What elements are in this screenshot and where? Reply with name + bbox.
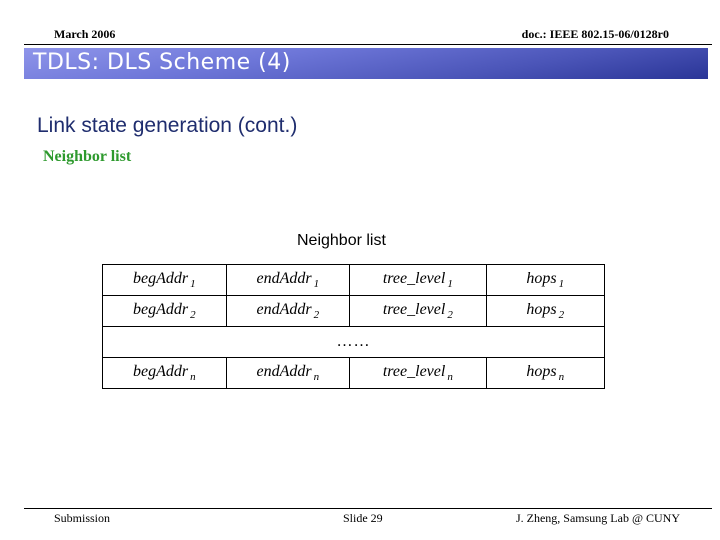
footer-slide-number: Slide 29 [343, 511, 383, 525]
header-divider [24, 44, 712, 45]
table-cell-hops: hops n [485, 357, 606, 389]
cell-text: begAddr [132, 363, 189, 380]
table-row: begAddr 2 endAddr 2 tree_level 2 hops 2 [102, 295, 606, 327]
cell-subscript: n [190, 371, 196, 383]
cell-subscript: 1 [558, 278, 565, 290]
cell-text: tree_level [382, 301, 446, 318]
slide-subtitle: Link state generation (cont.) [37, 114, 298, 137]
table-row: begAddr 1 endAddr 1 tree_level 1 hops 1 [102, 264, 606, 296]
header-doc-id: doc.: IEEE 802.15-06/0128r0 [521, 27, 669, 41]
cell-text: endAddr [256, 301, 312, 318]
cell-subscript: 2 [190, 309, 196, 321]
table-cell-beg-addr: begAddr 2 [102, 295, 227, 327]
table-cell-tree-level: tree_level 1 [349, 264, 487, 296]
cell-subscript: n [558, 371, 565, 383]
table-cell-tree-level: tree_level 2 [349, 295, 487, 327]
table-cell-end-addr: endAddr 1 [225, 264, 351, 296]
table-caption: Neighbor list [297, 232, 386, 249]
header-date: March 2006 [54, 27, 116, 41]
footer-divider [24, 508, 712, 509]
cell-subscript: 1 [447, 278, 453, 290]
table-cell-beg-addr: begAddr n [102, 357, 227, 389]
table-cell-hops: hops 1 [485, 264, 606, 296]
cell-subscript: 1 [190, 278, 196, 290]
table-cell-tree-level: tree_level n [349, 357, 487, 389]
table-cell-beg-addr: begAddr 1 [102, 264, 227, 296]
table-row-ellipsis: …… [102, 326, 605, 358]
cell-text: hops [526, 363, 557, 380]
table-row: begAddr n endAddr n tree_level n hops n [102, 357, 606, 389]
table-cell-end-addr: endAddr n [225, 357, 351, 389]
table-cell-hops: hops 2 [485, 295, 606, 327]
cell-subscript: 2 [447, 309, 453, 321]
cell-text: endAddr [256, 270, 312, 287]
cell-subscript: n [313, 371, 320, 383]
cell-text: hops [526, 270, 557, 287]
cell-subscript: n [447, 371, 453, 383]
cell-text: begAddr [132, 270, 189, 287]
cell-subscript: 2 [558, 309, 565, 321]
cell-text: hops [526, 301, 557, 318]
cell-subscript: 1 [313, 278, 320, 290]
cell-subscript: 2 [313, 309, 320, 321]
slide-title: TDLS: DLS Scheme (4) [33, 50, 291, 75]
cell-text: tree_level [382, 270, 446, 287]
cell-text: tree_level [382, 363, 446, 380]
title-banner: TDLS: DLS Scheme (4) [24, 48, 708, 79]
footer-author: J. Zheng, Samsung Lab @ CUNY [515, 511, 680, 525]
neighbor-list-table: begAddr 1 endAddr 1 tree_level 1 hops 1 begA… [102, 264, 606, 389]
cell-text: endAddr [256, 363, 312, 380]
table-cell-end-addr: endAddr 2 [225, 295, 351, 327]
footer-submission: Submission [54, 511, 111, 525]
section-heading: Neighbor list [43, 148, 132, 165]
cell-text: begAddr [132, 301, 189, 318]
ellipsis-cell: …… [102, 326, 605, 358]
